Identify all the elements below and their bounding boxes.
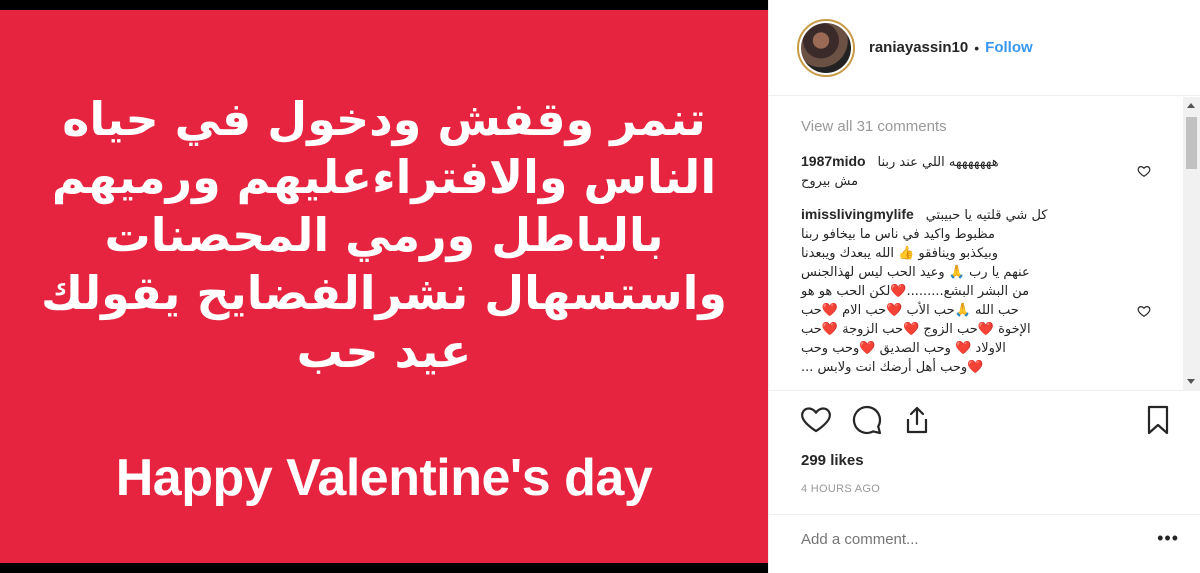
username-link[interactable]: raniayassin10 <box>869 39 968 56</box>
post-english-text: Happy Valentine's day <box>115 449 653 507</box>
arabic-line: عيد حب <box>296 324 472 378</box>
post-timestamp[interactable]: 4 HOURS AGO <box>801 483 880 495</box>
comment-text: كل شي قلتيه يا حبيبتي <box>925 208 1048 223</box>
share-icon[interactable] <box>900 403 934 437</box>
more-options-icon[interactable]: ••• <box>1157 529 1179 547</box>
comment-item: imisslivingmylife كل شي قلتيه يا حبيبتي … <box>801 205 1161 377</box>
post-sidebar: raniayassin10 • Follow View all 31 comme… <box>768 0 1200 573</box>
arabic-line: واستسهال نشرالفضايح يقولك <box>41 266 727 320</box>
comment-text: ❤️وحب أهل أرضك انت ولابس ... <box>801 360 984 375</box>
comment-username[interactable]: imisslivingmylife <box>801 206 914 222</box>
bookmark-icon[interactable] <box>1141 403 1175 437</box>
comments-list: View all 31 comments 1987mido هههههههه ا… <box>769 97 1200 390</box>
comment-text: مش بيروح <box>801 174 859 189</box>
scroll-up-arrow-icon[interactable] <box>1187 103 1195 108</box>
comment-username[interactable]: 1987mido <box>801 153 866 169</box>
arabic-line: بالباطل ورمي المحصنات <box>104 208 664 262</box>
comment-like-heart-icon[interactable] <box>1137 164 1151 178</box>
follow-button[interactable]: Follow <box>985 39 1033 56</box>
comment-icon[interactable] <box>850 403 884 437</box>
comments-scrollbar[interactable] <box>1183 97 1200 390</box>
comment-text: الإخوة ❤️حب الزوج ❤️حب الزوجة ❤️حب <box>801 322 1031 337</box>
arabic-line: الناس والافتراءعليهم ورميهم <box>51 150 717 204</box>
avatar-image <box>801 22 851 73</box>
comment-text: عنهم يا رب 🙏 وعيد الحب ليس لهذالجنس <box>801 265 1030 280</box>
comment-text: مظبوط واكيد في ناس ما بيخافو ربنا <box>801 227 995 242</box>
arabic-line: تنمر وقفش ودخول في حياه <box>62 92 706 146</box>
post-header: raniayassin10 • Follow <box>769 0 1200 96</box>
add-comment-input[interactable] <box>801 531 1121 548</box>
scroll-thumb[interactable] <box>1186 117 1197 169</box>
post-image: تنمر وقفش ودخول في حياه الناس والافتراءع… <box>0 10 768 563</box>
likes-count[interactable]: 299 likes <box>801 452 864 469</box>
view-all-comments-link[interactable]: View all 31 comments <box>801 118 947 135</box>
heart-icon[interactable] <box>799 403 833 437</box>
comment-text: حب الله 🙏حب الأب ❤️حب الام ❤️حب <box>801 303 1019 318</box>
post-media: تنمر وقفش ودخول في حياه الناس والافتراءع… <box>0 0 768 573</box>
avatar[interactable] <box>797 18 855 77</box>
scroll-down-arrow-icon[interactable] <box>1187 379 1195 384</box>
comment-like-heart-icon[interactable] <box>1137 304 1151 318</box>
comment-item: 1987mido هههههههه اللي عند ربنا مش بيروح <box>801 152 1161 191</box>
separator-dot: • <box>974 39 980 56</box>
add-comment-bar: ••• <box>769 514 1200 573</box>
comment-text: وبيكذبو وينافقو 👍 الله يبعدك ويبعدنا <box>801 246 998 261</box>
post-arabic-text: تنمر وقفش ودخول في حياه الناس والافتراءع… <box>0 90 768 380</box>
comment-text: هههههههه اللي عند ربنا <box>877 155 999 170</box>
action-bar <box>769 390 1200 450</box>
comment-text: الاولاد ❤️ وحب الصديق ❤️وحب وحب <box>801 341 1006 356</box>
comment-text: من البشر البشع.........❤️لكن الحب هو هو <box>801 284 1030 299</box>
